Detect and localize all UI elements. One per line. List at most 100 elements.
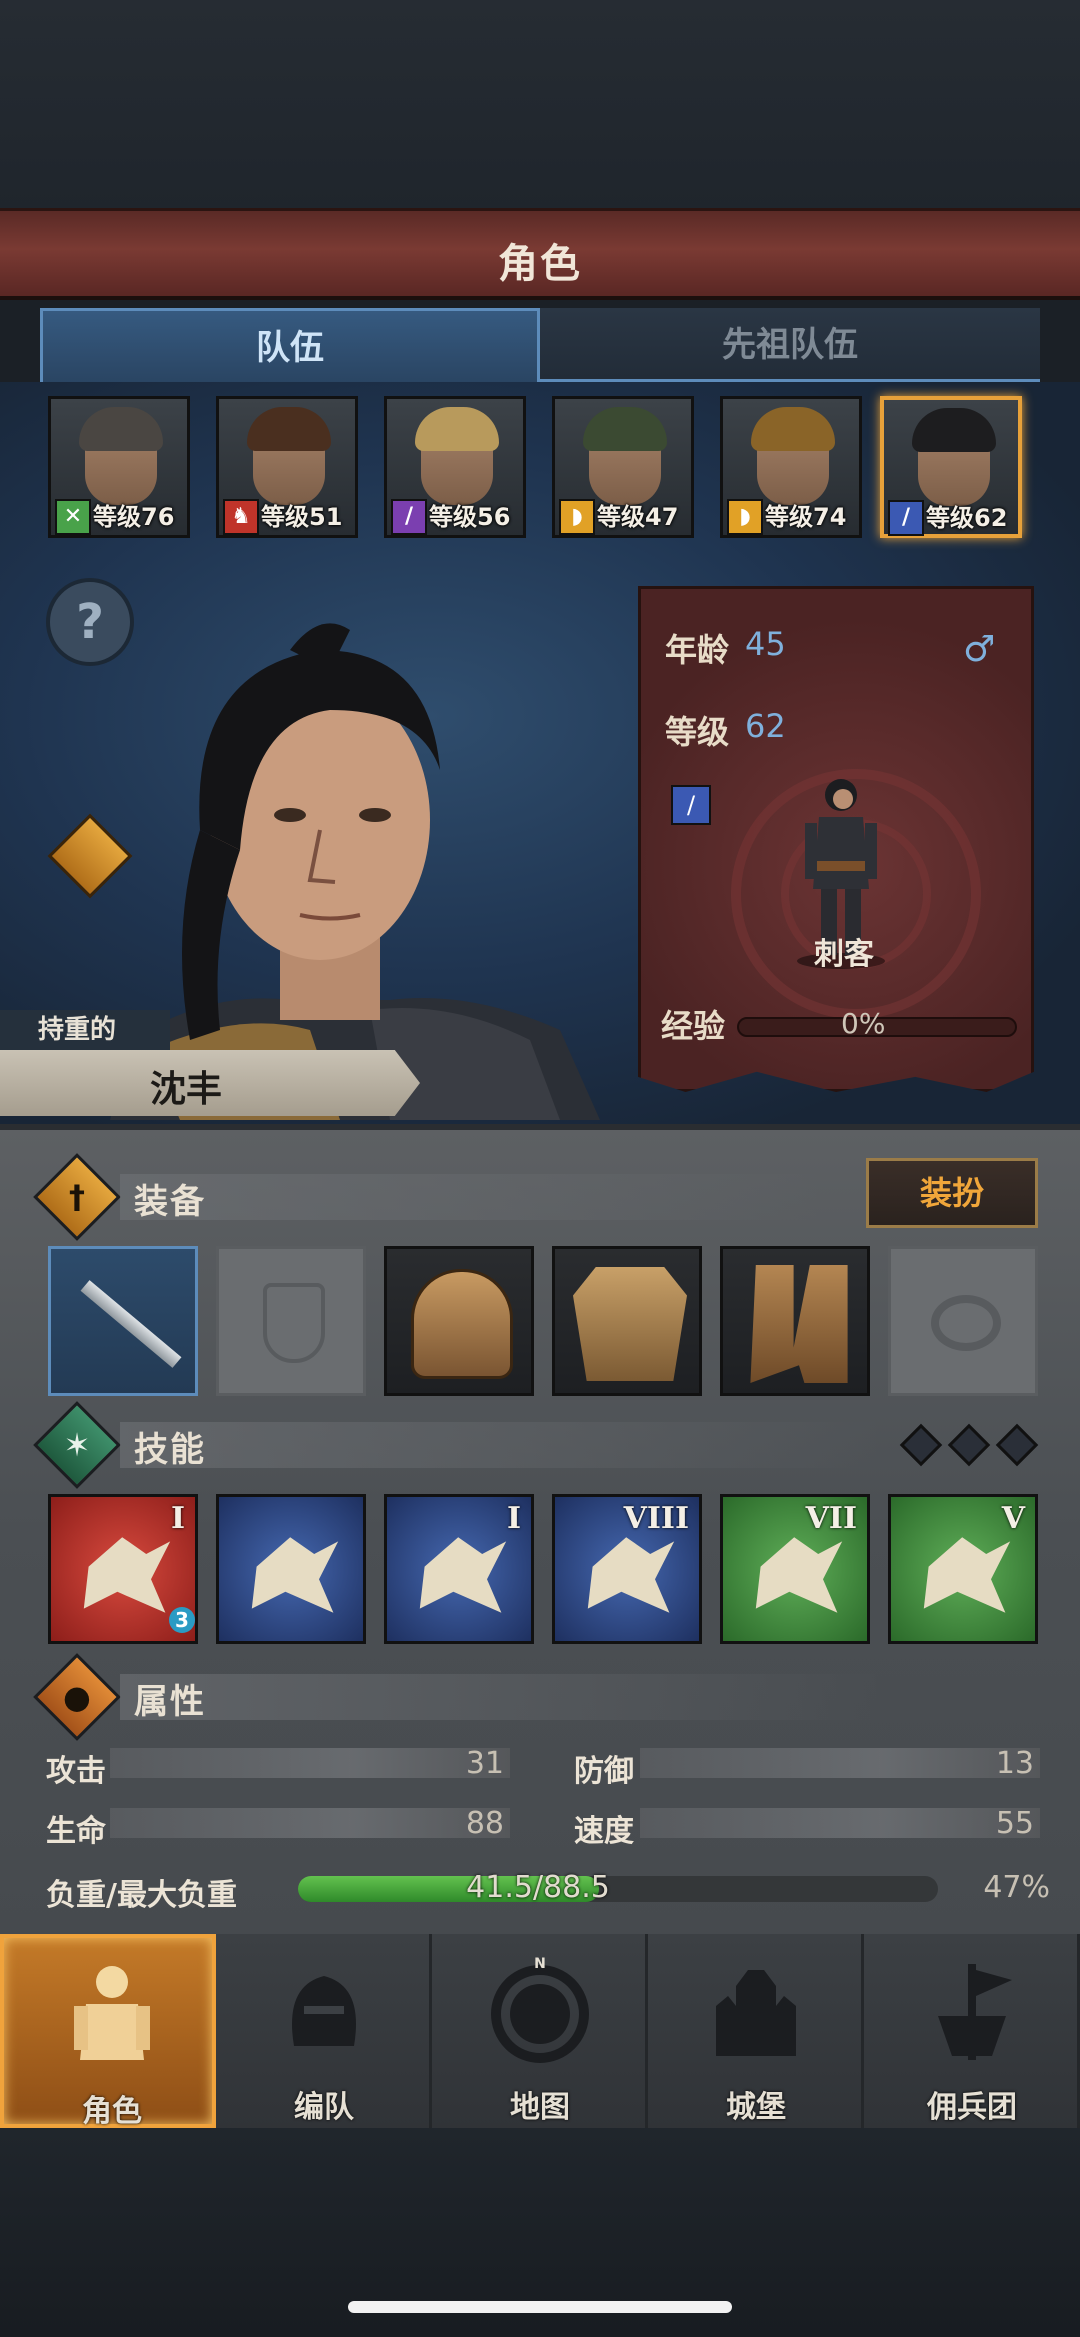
defense-value: 13 — [995, 1746, 1034, 1781]
nav-label: 角色 — [82, 2094, 142, 2129]
roster-card[interactable]: / 等级56 — [384, 396, 526, 538]
mercenary-banner-icon — [938, 1964, 1012, 2060]
compass-map-icon: N — [491, 1956, 589, 2063]
equipment-slot[interactable] — [720, 1246, 870, 1396]
skill-icon — [83, 1537, 171, 1613]
roster-level: 等级47 — [597, 503, 679, 531]
male-icon: ♂ — [963, 629, 996, 670]
roster-card[interactable]: / 等级62 — [880, 396, 1022, 538]
hero-hair — [247, 407, 331, 451]
star-icon: ✶ — [63, 1426, 91, 1464]
tab-team[interactable]: 队伍 — [40, 308, 540, 382]
helmet-icon — [411, 1269, 513, 1379]
hero-hair — [415, 407, 499, 451]
cross-icon: † — [69, 1178, 85, 1216]
attributes-rule — [120, 1674, 880, 1720]
defense-label: 防御 — [574, 1754, 634, 1789]
skill-icon — [419, 1537, 507, 1613]
hero-hair — [751, 407, 835, 451]
exp-label: 经验 — [661, 1007, 726, 1045]
skill-slot[interactable]: VII — [720, 1494, 870, 1644]
nav-label: 城堡 — [726, 2090, 786, 2125]
hero-hair — [583, 407, 667, 451]
character-trait: 持重的 — [0, 1010, 170, 1050]
class-name: 刺客 — [814, 937, 874, 972]
character-name-plate[interactable]: 沈丰 — [0, 1050, 420, 1116]
skill-rank: I — [170, 1501, 185, 1536]
roster-level: 等级74 — [765, 503, 847, 531]
skill-slot[interactable]: I3 — [48, 1494, 198, 1644]
shield-icon: ◗ — [559, 499, 595, 535]
skills-title: 技能 — [134, 1430, 206, 1470]
skill-icon — [755, 1537, 843, 1613]
nav-item[interactable]: N 地图 — [432, 1934, 648, 2128]
attack-value: 31 — [465, 1746, 504, 1781]
dagger-icon: / — [671, 785, 711, 825]
outfit-button[interactable]: 装扮 — [866, 1158, 1038, 1228]
skill-slot[interactable] — [216, 1494, 366, 1644]
shield-slot-icon — [263, 1283, 325, 1363]
attack-label: 攻击 — [46, 1754, 106, 1789]
equipment-title: 装备 — [134, 1182, 206, 1222]
nav-label: 地图 — [510, 2090, 570, 2125]
equipment-slot[interactable] — [888, 1246, 1038, 1396]
crossed-swords-icon: ✕ — [55, 499, 91, 535]
nav-item[interactable]: 角色 — [0, 1934, 216, 2129]
roster-level: 等级51 — [261, 503, 343, 531]
tab-ancestor-team[interactable]: 先祖队伍 — [540, 308, 1040, 382]
character-info-panel: 年龄 45 ♂ 等级 62 / 刺客 经验 0% — [638, 586, 1034, 1092]
top-background — [0, 0, 1080, 210]
castle-icon — [716, 1970, 796, 2056]
equipment-slot[interactable] — [48, 1246, 198, 1396]
skill-rank: V — [1001, 1501, 1025, 1536]
title-banner: 角色 — [0, 208, 1080, 300]
svg-text:N: N — [534, 1956, 546, 1972]
nav-item[interactable]: 城堡 — [648, 1934, 864, 2128]
load-label: 负重/最大负重 — [46, 1878, 237, 1913]
character-name: 沈丰 — [150, 1069, 223, 1110]
roster-card[interactable]: ◗ 等级47 — [552, 396, 694, 538]
staff-icon: / — [391, 499, 427, 535]
equipment-rule — [120, 1174, 820, 1220]
load-percent: 47% — [983, 1870, 1050, 1905]
skills-rule — [120, 1422, 880, 1468]
roster-card[interactable]: ✕ 等级76 — [48, 396, 190, 538]
shield-icon: ◗ — [727, 499, 763, 535]
health-label: 生命 — [46, 1814, 106, 1849]
age-value: 45 — [745, 625, 786, 663]
skill-icon — [251, 1537, 339, 1613]
skill-slot[interactable]: I — [384, 1494, 534, 1644]
roster-card[interactable]: ♞ 等级51 — [216, 396, 358, 538]
skill-rank: VIII — [623, 1501, 689, 1536]
level-value: 62 — [745, 707, 786, 745]
helmet-formation-icon — [292, 1976, 356, 2046]
equipment-slot[interactable] — [384, 1246, 534, 1396]
speed-value: 55 — [995, 1806, 1034, 1841]
team-tabs: 队伍 先祖队伍 — [40, 308, 1040, 382]
boots-icon — [750, 1265, 848, 1383]
nav-item[interactable]: 编队 — [216, 1934, 432, 2128]
skill-rank: I — [506, 1501, 521, 1536]
skill-slot[interactable]: V — [888, 1494, 1038, 1644]
nav-label: 佣兵团 — [927, 2090, 1017, 2125]
bottom-navigation: 角色 编队 N 地图 城堡 佣兵团 — [0, 1934, 1080, 2129]
skill-icon — [923, 1537, 1011, 1613]
home-indicator[interactable] — [348, 2301, 732, 2313]
nav-item[interactable]: 佣兵团 — [864, 1934, 1080, 2128]
roster-level: 等级56 — [429, 503, 511, 531]
attributes-title: 属性 — [134, 1682, 206, 1722]
person-icon: ● — [63, 1678, 91, 1716]
nav-label: 编队 — [294, 2090, 354, 2125]
ring-slot-icon — [931, 1295, 1001, 1351]
age-label: 年龄 — [665, 631, 730, 669]
load-value: 41.5/88.5 — [466, 1870, 610, 1905]
skill-level-badge: 3 — [169, 1607, 195, 1633]
hero-hair — [79, 407, 163, 451]
equipment-slot[interactable] — [216, 1246, 366, 1396]
skill-slot[interactable]: VIII — [552, 1494, 702, 1644]
roster-card[interactable]: ◗ 等级74 — [720, 396, 862, 538]
dagger-icon: / — [888, 500, 924, 536]
skill-icon — [587, 1537, 675, 1613]
horse-icon: ♞ — [223, 499, 259, 535]
equipment-slot[interactable] — [552, 1246, 702, 1396]
